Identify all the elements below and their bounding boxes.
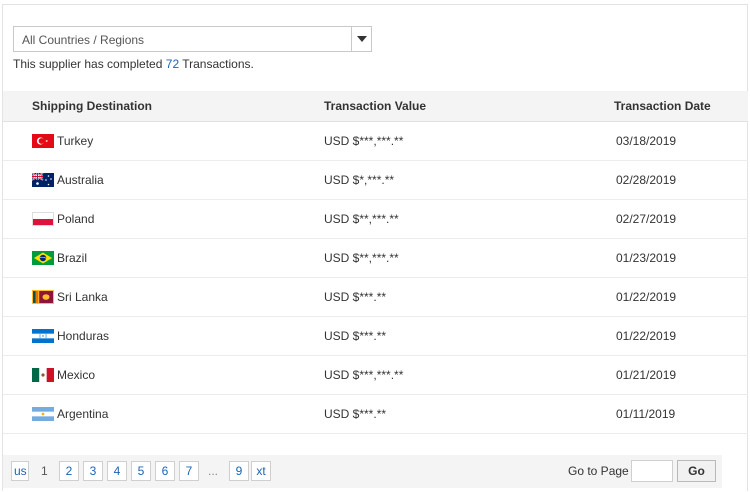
mexico-flag-icon <box>32 368 54 382</box>
goto-page-label: Go to Page <box>568 464 629 478</box>
poland-flag-icon <box>32 212 54 226</box>
row-date: 02/28/2019 <box>616 173 677 187</box>
row-country: Honduras <box>57 329 110 343</box>
chevron-down-icon <box>357 36 367 42</box>
table-row: Australia USD $*,***.** 02/28/2019 <box>3 161 748 200</box>
honduras-flag-icon <box>32 329 54 343</box>
page-6-button[interactable]: 6 <box>155 461 175 481</box>
pagination: us 1 2 3 4 5 6 7 ... 9 xt Go to Page Go <box>3 455 722 488</box>
table-row: Honduras USD $***.** 01/22/2019 <box>3 317 748 356</box>
country-region-select[interactable]: All Countries / Regions <box>13 26 372 52</box>
row-value: USD $***.** <box>324 290 387 304</box>
row-country: Poland <box>57 212 95 226</box>
row-country: Mexico <box>57 368 96 382</box>
page-4-button[interactable]: 4 <box>107 461 127 481</box>
row-date: 01/21/2019 <box>616 368 677 382</box>
page-9-button[interactable]: 9 <box>229 461 249 481</box>
dropdown-toggle[interactable] <box>351 27 371 51</box>
table-row: Sri Lanka USD $***.** 01/22/2019 <box>3 278 748 317</box>
row-value: USD $***.** <box>324 407 387 421</box>
table-row: Poland USD $**,***.** 02/27/2019 <box>3 200 748 239</box>
current-page: 1 <box>41 464 48 478</box>
table-row: Mexico USD $***,***.** 01/21/2019 <box>3 356 748 395</box>
table-header: Shipping Destination Transaction Value T… <box>3 91 748 122</box>
row-country: Brazil <box>57 251 88 265</box>
row-value: USD $***,***.** <box>324 134 404 148</box>
row-value: USD $***,***.** <box>324 368 404 382</box>
row-country: Turkey <box>57 134 94 148</box>
row-country: Australia <box>57 173 104 187</box>
previous-page-button[interactable]: us <box>11 461 29 481</box>
row-date: 01/22/2019 <box>616 290 677 304</box>
summary-suffix: Transactions. <box>182 57 254 71</box>
row-date: 01/23/2019 <box>616 251 677 265</box>
brazil-flag-icon <box>32 251 54 265</box>
row-value: USD $***.** <box>324 329 387 343</box>
sri-lanka-flag-icon <box>32 290 54 304</box>
column-header-destination: Shipping Destination <box>32 99 152 113</box>
page-7-button[interactable]: 7 <box>179 461 199 481</box>
next-page-button[interactable]: xt <box>251 461 271 481</box>
row-value: USD $**,***.** <box>324 212 399 226</box>
page-3-button[interactable]: 3 <box>83 461 103 481</box>
table-row: Turkey USD $***,***.** 03/18/2019 <box>3 122 748 161</box>
row-country: Sri Lanka <box>57 290 108 304</box>
table-row: Brazil USD $**,***.** 01/23/2019 <box>3 239 748 278</box>
goto-page-input[interactable] <box>631 460 673 482</box>
row-date: 01/11/2019 <box>616 407 676 421</box>
row-date: 03/18/2019 <box>616 134 677 148</box>
table-row: Argentina USD $***.** 01/11/2019 <box>3 395 748 434</box>
argentina-flag-icon <box>32 407 54 421</box>
column-header-value: Transaction Value <box>324 99 427 113</box>
transaction-summary: This supplier has completed 72 Transacti… <box>13 57 254 71</box>
page-5-button[interactable]: 5 <box>131 461 151 481</box>
pagination-ellipsis: ... <box>208 464 219 478</box>
summary-prefix: This supplier has completed <box>13 57 163 71</box>
transaction-count: 72 <box>165 57 180 71</box>
row-value: USD $*,***.** <box>324 173 395 187</box>
page-2-button[interactable]: 2 <box>59 461 79 481</box>
turkey-flag-icon <box>32 134 54 148</box>
row-date: 02/27/2019 <box>616 212 677 226</box>
row-value: USD $**,***.** <box>324 251 399 265</box>
row-country: Argentina <box>57 407 109 421</box>
country-region-select-value: All Countries / Regions <box>22 33 145 47</box>
go-button[interactable]: Go <box>677 460 716 482</box>
column-header-date: Transaction Date <box>614 99 711 113</box>
row-date: 01/22/2019 <box>616 329 677 343</box>
australia-flag-icon <box>32 173 54 187</box>
